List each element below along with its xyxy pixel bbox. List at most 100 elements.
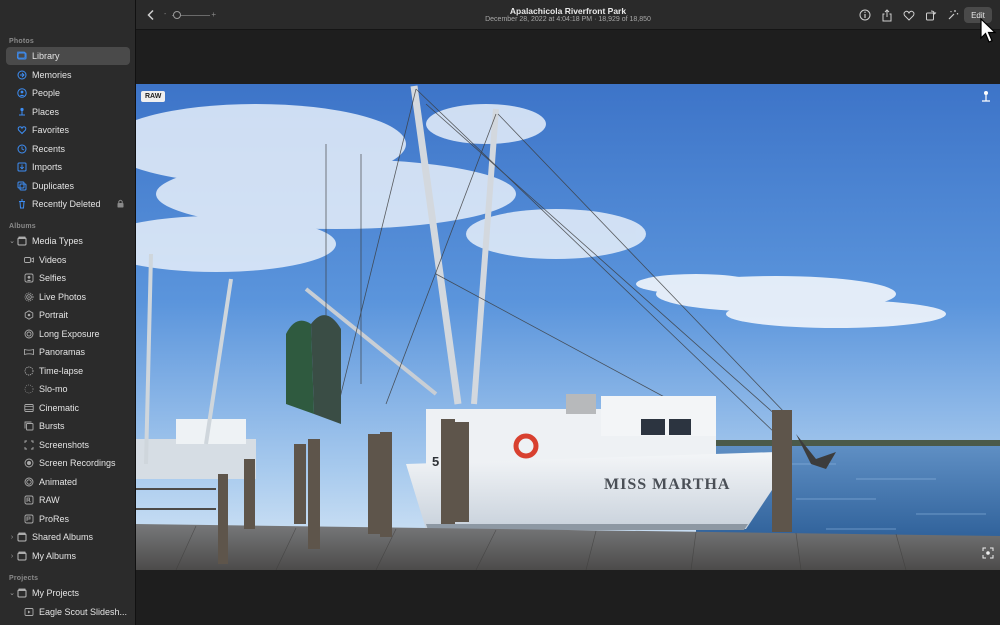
video-icon (24, 255, 34, 265)
photo[interactable]: MISS MARTHA 5 68 (136, 84, 1000, 570)
selfie-icon (24, 273, 34, 283)
sidebar-item-bursts[interactable]: Bursts (6, 417, 130, 435)
sidebar-item-label: Live Photos (39, 292, 87, 302)
sidebar-item-label: My Projects (32, 588, 80, 598)
folder-icon (17, 236, 27, 246)
sidebar-item-recently-deleted[interactable]: Recently Deleted (6, 195, 130, 213)
slomo-icon (24, 384, 34, 394)
sidebar-item-label: Media Types (32, 236, 83, 246)
raw-icon (24, 495, 34, 505)
auto-enhance-button[interactable] (946, 8, 960, 22)
sidebar-item-label: Screen Recordings (39, 458, 116, 468)
portrait-icon (24, 310, 34, 320)
sidebar-item-label: Eagle Scout Slidesh... (39, 607, 128, 617)
sidebar-item-favorites[interactable]: Favorites (6, 121, 130, 139)
sidebar-item-live-photos[interactable]: Live Photos (6, 288, 130, 306)
sidebar-item-label: Cinematic (39, 403, 80, 413)
info-button[interactable] (858, 8, 872, 22)
chevron-right-icon[interactable]: › (8, 551, 16, 561)
folder-icon (17, 551, 27, 561)
library-icon (17, 51, 27, 61)
import-icon (17, 162, 27, 172)
folder-icon (17, 588, 27, 598)
sidebar: Photos Library Memories People Places Fa… (0, 0, 136, 625)
sidebar-item-library[interactable]: Library (6, 47, 130, 65)
projects-section-title: Projects (9, 575, 39, 582)
sidebar-item-cinematic[interactable]: Cinematic (6, 399, 130, 417)
sidebar-item-label: Shared Albums (32, 532, 94, 542)
sidebar-item-label: Panoramas (39, 347, 86, 357)
sidebar-item-label: Animated (39, 477, 78, 487)
sidebar-item-label: Recents (32, 144, 66, 154)
photos-section-title: Photos (9, 38, 34, 45)
duplicates-icon (17, 181, 27, 191)
rotate-button[interactable] (924, 8, 938, 22)
screen-recording-icon (24, 458, 34, 468)
bursts-icon (24, 421, 34, 431)
sidebar-item-label: Long Exposure (39, 329, 100, 339)
sidebar-item-label: Time-lapse (39, 366, 84, 376)
sidebar-item-label: Recently Deleted (32, 199, 101, 209)
sidebar-item-imports[interactable]: Imports (6, 158, 130, 176)
heart-icon (17, 125, 27, 135)
sidebar-item-label: Screenshots (39, 440, 90, 450)
sidebar-item-long-exposure[interactable]: Long Exposure (6, 325, 130, 343)
sidebar-item-panoramas[interactable]: Panoramas (6, 343, 130, 361)
sidebar-item-label: Portrait (39, 310, 69, 320)
chevron-down-icon[interactable]: ⌄ (8, 588, 16, 598)
clock-icon (17, 144, 27, 154)
toolbar: - + Apalachicola Riverfront Park Decembe… (136, 0, 1000, 30)
share-button[interactable] (880, 8, 894, 22)
sidebar-item-my-projects[interactable]: ⌄ My Projects (6, 584, 130, 602)
live-text-icon[interactable] (982, 546, 994, 564)
sidebar-item-portrait[interactable]: Portrait (6, 306, 130, 324)
screenshot-icon (24, 440, 34, 450)
photo-viewer: MISS MARTHA 5 68 (136, 30, 1000, 625)
slideshow-icon (24, 607, 34, 617)
sidebar-item-people[interactable]: People (6, 84, 130, 102)
animated-icon (24, 477, 34, 487)
favorite-button[interactable] (902, 8, 916, 22)
cinematic-icon (24, 403, 34, 413)
sidebar-item-recents[interactable]: Recents (6, 140, 130, 158)
raw-badge: RAW (141, 91, 166, 102)
sidebar-item-screen-recordings[interactable]: Screen Recordings (6, 454, 130, 472)
shared-albums-icon (17, 532, 27, 542)
albums-section-title: Albums (9, 223, 36, 230)
sidebar-item-label: Memories (32, 70, 72, 80)
sidebar-item-label: Places (32, 107, 60, 117)
sidebar-item-animated[interactable]: Animated (6, 473, 130, 491)
live-photo-icon (24, 292, 34, 302)
sidebar-item-videos[interactable]: Videos (6, 251, 130, 269)
chevron-down-icon[interactable]: ⌄ (8, 236, 16, 246)
sidebar-item-timelapse[interactable]: Time-lapse (6, 362, 130, 380)
sidebar-item-selfies[interactable]: Selfies (6, 269, 130, 287)
sidebar-item-shared-albums[interactable]: › Shared Albums (6, 528, 130, 546)
memories-icon (17, 70, 27, 80)
sidebar-item-screenshots[interactable]: Screenshots (6, 436, 130, 454)
prores-icon (24, 514, 34, 524)
sidebar-item-project[interactable]: Eagle Scout Slidesh... (6, 603, 130, 621)
sidebar-item-my-albums[interactable]: › My Albums (6, 547, 130, 565)
timelapse-icon (24, 366, 34, 376)
sidebar-item-label: Favorites (32, 125, 70, 135)
location-pin-icon[interactable] (980, 90, 992, 108)
chevron-right-icon[interactable]: › (8, 532, 16, 542)
sidebar-item-label: ProRes (39, 514, 70, 524)
long-exposure-icon (24, 329, 34, 339)
sidebar-item-raw[interactable]: RAW (6, 491, 130, 509)
sidebar-item-duplicates[interactable]: Duplicates (6, 177, 130, 195)
sidebar-item-label: People (32, 88, 61, 98)
sidebar-item-label: Imports (32, 162, 63, 172)
trash-icon (17, 199, 27, 209)
sidebar-item-label: Videos (39, 255, 67, 265)
sidebar-item-prores[interactable]: ProRes (6, 510, 130, 528)
sidebar-item-places[interactable]: Places (6, 103, 130, 121)
sidebar-item-label: Selfies (39, 273, 67, 283)
sidebar-item-media-types[interactable]: ⌄ Media Types (6, 232, 130, 250)
places-icon (17, 107, 27, 117)
sidebar-item-label: My Albums (32, 551, 77, 561)
panorama-icon (24, 347, 34, 357)
sidebar-item-slomo[interactable]: Slo-mo (6, 380, 130, 398)
sidebar-item-memories[interactable]: Memories (6, 66, 130, 84)
